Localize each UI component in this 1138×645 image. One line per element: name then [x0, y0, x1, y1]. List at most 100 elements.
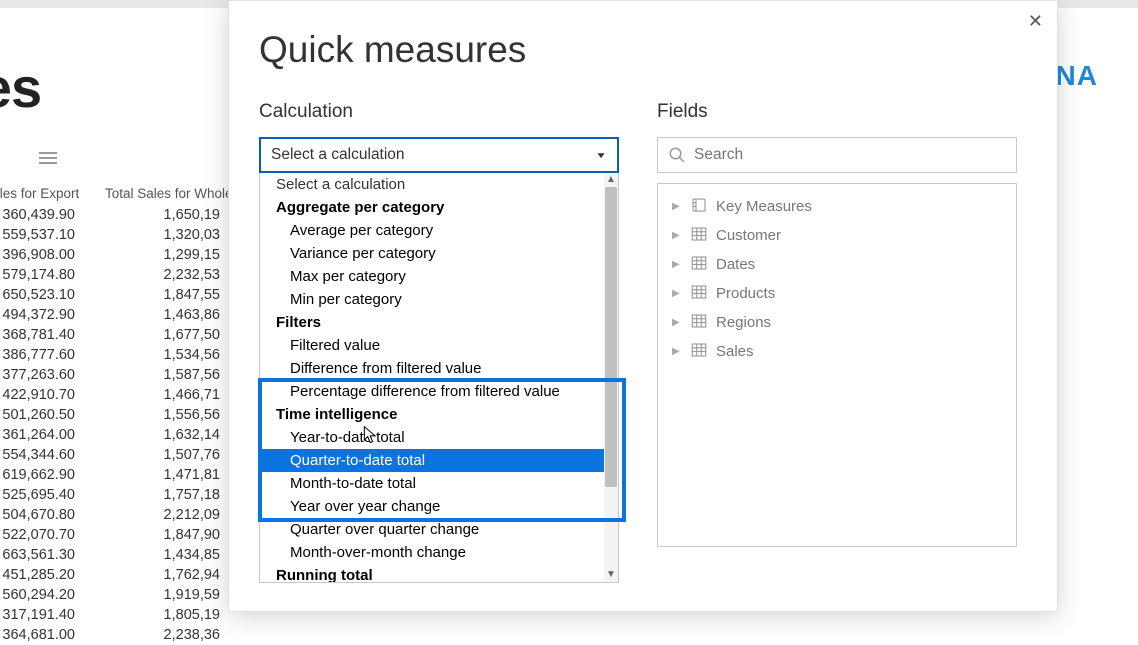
field-tree-item[interactable]: ▶ Regions [658, 308, 1016, 337]
cell: 525,695.40 [0, 485, 105, 505]
dropdown-item[interactable]: Max per category [260, 265, 604, 288]
table-row: 501,260.501,556,56 [0, 405, 260, 425]
table-row: 579,174.802,232,53 [0, 265, 260, 285]
col-resize-handle [38, 152, 58, 167]
dropdown-item[interactable]: Percentage difference from filtered valu… [260, 380, 604, 403]
dropdown-group-header: Aggregate per category [260, 196, 604, 219]
fields-section: Fields ▶Key Measures▶Customer▶Dates▶Prod… [657, 101, 1017, 547]
dropdown-item[interactable]: Variance per category [260, 242, 604, 265]
cell: 360,439.90 [0, 205, 105, 225]
dropdown-group-header: Time intelligence [260, 403, 604, 426]
table-row: 663,561.301,434,85 [0, 545, 260, 565]
table-row: 619,662.901,471,81 [0, 465, 260, 485]
dropdown-item[interactable]: Min per category [260, 288, 604, 311]
chevron-down-icon: ▼ [595, 150, 607, 160]
dropdown-item[interactable]: Year over year change [260, 495, 604, 518]
table-row: 650,523.101,847,55 [0, 285, 260, 305]
measure-icon [690, 196, 708, 218]
table-row: 451,285.201,762,94 [0, 565, 260, 585]
table-row: 494,372.901,463,86 [0, 305, 260, 325]
field-tree-item[interactable]: ▶ Products [658, 279, 1016, 308]
search-input[interactable] [694, 146, 1006, 164]
dropdown-item[interactable]: Quarter over quarter change [260, 518, 604, 541]
dropdown-item[interactable]: Quarter-to-date total [260, 449, 604, 472]
expand-icon: ▶ [672, 230, 682, 241]
expand-icon: ▶ [672, 317, 682, 328]
fields-tree: ▶ Key Measures ▶ Customer ▶ Dates ▶ Products ▶ Re… [657, 183, 1017, 547]
field-tree-item[interactable]: ▶ Customer [658, 221, 1016, 250]
dropdown-group-header: Filters [260, 311, 604, 334]
fields-search[interactable] [657, 137, 1017, 173]
expand-icon: ▶ [672, 288, 682, 299]
table-row: 364,681.002,238,36 [0, 625, 260, 645]
cell: 619,662.90 [0, 465, 105, 485]
table-row: 360,439.901,650,19 [0, 205, 260, 225]
dropdown-item[interactable]: Filtered value [260, 334, 604, 357]
table-icon [690, 254, 708, 276]
dropdown-item[interactable]: Year-to-date total [260, 426, 604, 449]
table-icon [690, 225, 708, 247]
expand-icon: ▶ [672, 346, 682, 357]
table-row: 386,777.601,534,56 [0, 345, 260, 365]
col-header-1: al Sales for Export [0, 186, 105, 201]
table-row: 559,537.101,320,03 [0, 225, 260, 245]
cell: 554,344.60 [0, 445, 105, 465]
field-label: Sales [716, 343, 754, 360]
field-label: Key Measures [716, 198, 812, 215]
calculation-label: Calculation [259, 101, 619, 123]
table-row: 422,910.701,466,71 [0, 385, 260, 405]
background-table: al Sales for Export Total Sales for Whol… [0, 186, 260, 645]
dropdown-item[interactable]: Average per category [260, 219, 604, 242]
cell: 451,285.20 [0, 565, 105, 585]
scroll-down-icon[interactable]: ▼ [604, 568, 618, 582]
cell: 494,372.90 [0, 305, 105, 325]
calculation-combobox[interactable]: Select a calculation ▼ [259, 137, 619, 173]
quick-measures-dialog: ✕ Quick measures Calculation Select a ca… [228, 0, 1058, 612]
cell: 364,681.00 [0, 625, 105, 645]
dropdown-item[interactable]: Month-to-date total [260, 472, 604, 495]
table-row: 504,670.802,212,09 [0, 505, 260, 525]
dropdown-group-header: Running total [260, 564, 604, 582]
search-icon [668, 146, 686, 164]
scroll-thumb[interactable] [605, 187, 617, 487]
table-row: 368,781.401,677,50 [0, 325, 260, 345]
dropdown-placeholder[interactable]: Select a calculation [260, 173, 604, 196]
dropdown-item[interactable]: Month-over-month change [260, 541, 604, 564]
table-icon [690, 283, 708, 305]
cell: 386,777.60 [0, 345, 105, 365]
field-label: Dates [716, 256, 755, 273]
table-row: 522,070.701,847,90 [0, 525, 260, 545]
cell: 2,238,36 [105, 625, 260, 645]
expand-icon: ▶ [672, 201, 682, 212]
cell: 650,523.10 [0, 285, 105, 305]
field-tree-item[interactable]: ▶ Sales [658, 337, 1016, 366]
cell: 663,561.30 [0, 545, 105, 565]
close-icon[interactable]: ✕ [1028, 11, 1043, 32]
cell: 579,174.80 [0, 265, 105, 285]
table-icon [690, 341, 708, 363]
cell: 377,263.60 [0, 365, 105, 385]
table-icon [690, 312, 708, 334]
cell: 317,191.40 [0, 605, 105, 625]
table-row: 396,908.001,299,15 [0, 245, 260, 265]
field-label: Products [716, 285, 775, 302]
table-row: 525,695.401,757,18 [0, 485, 260, 505]
dialog-title: Quick measures [259, 29, 526, 71]
field-tree-item[interactable]: ▶ Key Measures [658, 192, 1016, 221]
expand-icon: ▶ [672, 259, 682, 270]
field-label: Customer [716, 227, 781, 244]
calculation-dropdown: Select a calculationAggregate per catego… [259, 173, 619, 583]
calculation-section: Calculation Select a calculation ▼ Selec… [259, 101, 619, 173]
combobox-value: Select a calculation [271, 146, 405, 164]
cell: 501,260.50 [0, 405, 105, 425]
dropdown-item[interactable]: Difference from filtered value [260, 357, 604, 380]
field-tree-item[interactable]: ▶ Dates [658, 250, 1016, 279]
page-title-fragment: res [0, 55, 41, 120]
table-row: 377,263.601,587,56 [0, 365, 260, 385]
cell: 368,781.40 [0, 325, 105, 345]
cell: 361,264.00 [0, 425, 105, 445]
cell: 396,908.00 [0, 245, 105, 265]
dropdown-scrollbar[interactable]: ▲ ▼ [604, 173, 618, 582]
scroll-up-icon[interactable]: ▲ [604, 173, 618, 187]
field-label: Regions [716, 314, 771, 331]
